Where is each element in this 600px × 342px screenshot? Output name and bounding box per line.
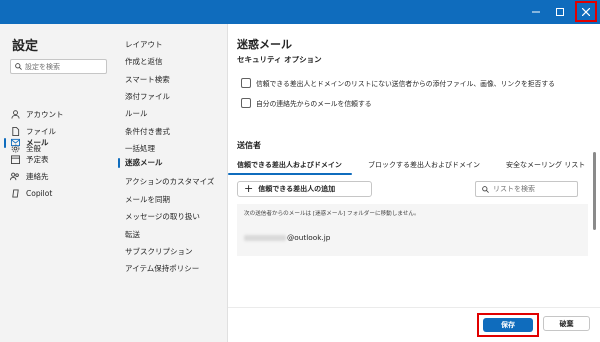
plus-icon: + (244, 182, 254, 195)
redacted-username (244, 234, 286, 241)
nav-item-account[interactable]: アカウント (10, 107, 64, 121)
tab-blocked-senders[interactable]: ブロックする差出人およびドメイン (368, 160, 480, 174)
nav2-item-forwarding[interactable]: 転送 (125, 229, 140, 241)
tab-trusted-senders[interactable]: 信頼できる差出人およびドメイン (237, 160, 342, 174)
nav-item-copilot[interactable]: Copilot (10, 186, 52, 200)
tab-safe-mailing-lists[interactable]: 安全なメーリング リスト (506, 160, 585, 174)
search-icon (482, 185, 489, 193)
discard-button[interactable]: 破棄 (543, 316, 590, 331)
save-highlight: 保存 (477, 313, 539, 337)
nav2-item-attachments[interactable]: 添付ファイル (125, 91, 170, 103)
nav2-item-subscriptions[interactable]: サブスクリプション (125, 246, 193, 258)
selection-indicator (4, 138, 6, 148)
settings-category-nav: 設定 アカウント ファイル 全般 メール 予定表 連絡先 (0, 24, 117, 342)
person-icon (10, 109, 20, 119)
junk-email-settings-pane: 迷惑メール セキュリティ オプション 信頼できる差出人とドメインのリストにない送… (228, 24, 600, 342)
nav2-item-customize-actions[interactable]: アクションのカスタマイズ (125, 176, 214, 188)
minimize-icon[interactable] (525, 0, 547, 24)
scrollbar[interactable] (593, 152, 596, 230)
list-search-box[interactable] (475, 181, 578, 197)
footer-divider (228, 307, 600, 308)
nav2-item-compose-reply[interactable]: 作成と返信 (125, 56, 163, 68)
settings-search-box[interactable] (10, 59, 107, 74)
nav-item-label: メール (26, 137, 49, 147)
list-description: 次の送信者からのメールは [迷惑メール] フォルダーに移動しません。 (244, 211, 420, 217)
mail-icon (10, 137, 20, 147)
settings-dialog: 設定 アカウント ファイル 全般 メール 予定表 連絡先 (0, 24, 600, 342)
nav2-item-conditional-formatting[interactable]: 条件付き書式 (125, 126, 170, 138)
maximize-icon[interactable] (549, 0, 571, 24)
list-item[interactable]: @outlook.jp (244, 233, 330, 242)
checkbox-label: 信頼できる差出人とドメインのリストにない送信者からの添付ファイル、画像、リンクを… (256, 80, 555, 88)
trusted-senders-list: 次の送信者からのメールは [迷惑メール] フォルダーに移動しません。 @outl… (237, 204, 588, 256)
settings-title: 設定 (12, 39, 39, 54)
calendar-icon (10, 154, 20, 164)
save-button[interactable]: 保存 (483, 318, 533, 332)
checkbox[interactable] (241, 98, 251, 108)
nav-item-calendar[interactable]: 予定表 (10, 152, 49, 166)
sender-domain: @outlook.jp (287, 233, 331, 242)
active-tab-underline (228, 173, 352, 175)
nav-item-label: アカウント (26, 109, 64, 119)
people-icon (10, 171, 20, 181)
page-title: 迷惑メール (237, 38, 292, 51)
add-trusted-sender-label: 信頼できる差出人の追加 (258, 185, 336, 193)
title-bar (0, 0, 600, 24)
nav2-item-smart-search[interactable]: スマート検索 (125, 74, 170, 86)
security-options-heading: セキュリティ オプション (237, 56, 322, 64)
nav-item-label: 連絡先 (26, 171, 49, 181)
nav-item-label: 予定表 (26, 154, 49, 164)
nav2-item-sync-email[interactable]: メールを同期 (125, 194, 170, 206)
close-icon[interactable] (575, 1, 597, 22)
list-search-input[interactable] (493, 185, 573, 193)
mail-settings-nav: レイアウト 作成と返信 スマート検索 添付ファイル ルール 条件付き書式 一括処… (117, 24, 228, 342)
nav2-item-sweep[interactable]: 一括処理 (125, 143, 155, 155)
senders-heading: 送信者 (237, 141, 261, 150)
search-icon (15, 63, 22, 70)
nav2-item-junk-email[interactable]: 迷惑メール (125, 157, 163, 169)
trust-contacts-checkbox-row[interactable]: 自分の連絡先からのメールを信頼する (241, 98, 372, 108)
copilot-icon (10, 188, 20, 198)
checkbox[interactable] (241, 78, 251, 88)
nav-item-label: Copilot (26, 188, 53, 198)
block-attachments-checkbox-row[interactable]: 信頼できる差出人とドメインのリストにない送信者からの添付ファイル、画像、リンクを… (241, 78, 555, 88)
nav-item-contacts[interactable]: 連絡先 (10, 169, 49, 183)
nav2-item-retention-policies[interactable]: アイテム保持ポリシー (125, 263, 199, 275)
senders-tabs: 信頼できる差出人およびドメイン ブロックする差出人およびドメイン 安全なメーリン… (237, 160, 592, 174)
selection-indicator (118, 158, 120, 168)
add-trusted-sender-button[interactable]: + 信頼できる差出人の追加 (237, 181, 372, 197)
settings-search-input[interactable] (25, 62, 105, 71)
nav2-item-message-handling[interactable]: メッセージの取り扱い (125, 211, 200, 223)
nav2-item-rules[interactable]: ルール (125, 108, 148, 120)
nav2-item-layout[interactable]: レイアウト (125, 39, 163, 51)
nav-item-mail[interactable]: メール (10, 135, 49, 149)
checkbox-label: 自分の連絡先からのメールを信頼する (256, 100, 372, 108)
